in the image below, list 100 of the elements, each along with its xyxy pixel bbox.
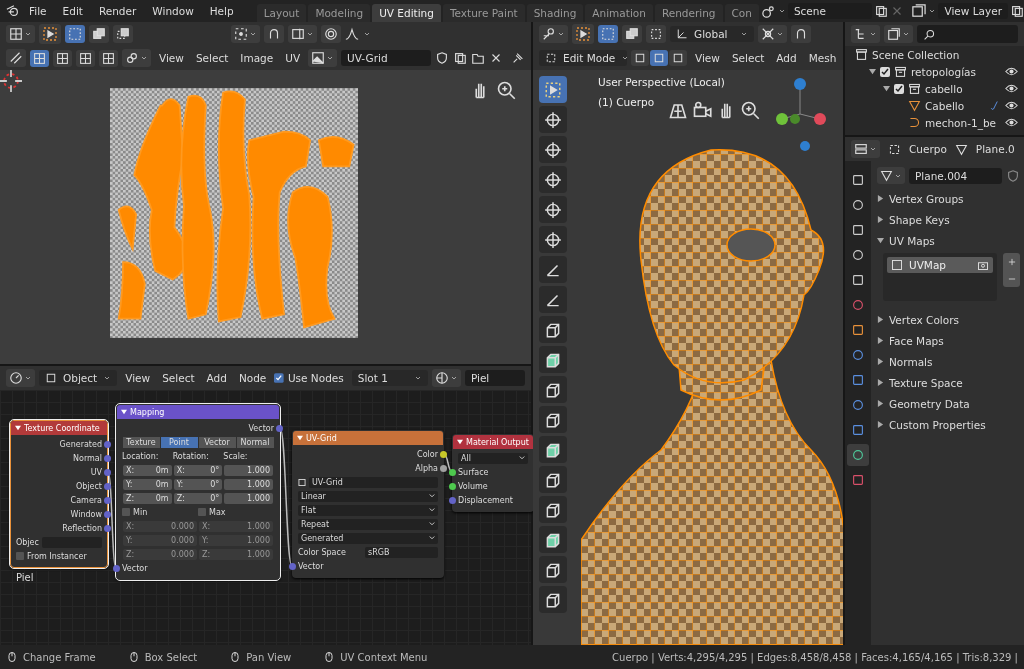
collapse-arrow-icon[interactable] [121,409,127,415]
number-field[interactable]: Y: 0m [123,478,172,490]
duplicate-icon[interactable] [453,51,467,65]
select-extend-icon[interactable] [92,27,106,41]
zoom-icon[interactable] [740,100,760,120]
copy-icon[interactable] [1010,4,1024,18]
panel-header[interactable]: Face Maps [877,330,1020,351]
tool-button[interactable] [539,406,567,433]
dropdown-caret-icon[interactable] [249,30,257,38]
view-layer-field[interactable]: View Layer [938,3,1008,19]
tool-button[interactable] [539,136,567,163]
outliner-row[interactable]: mechon-1_be [845,114,1024,131]
mesh-select-mode-button[interactable] [669,50,687,66]
menu-item[interactable]: Render [91,3,144,19]
menu-item[interactable]: File [22,3,54,19]
menu-item[interactable]: View [121,370,155,386]
outliner-row[interactable]: Scene Collection [845,46,1024,63]
collapse-arrow-icon[interactable] [457,439,463,445]
select-new-icon[interactable] [68,27,82,41]
uv-map-item[interactable]: UVMap [887,257,993,273]
node-dropdown[interactable]: Generated [298,532,438,544]
menu-item[interactable]: Select [191,50,233,66]
snap-icon[interactable] [267,27,281,41]
node-header[interactable]: Material Output [453,435,533,449]
copy-icon[interactable] [874,4,889,18]
tool-button[interactable] [539,256,567,283]
collapsed-arrow-icon[interactable] [877,379,884,386]
node-dropdown[interactable]: Repeat [298,518,438,530]
select-box-icon[interactable] [575,26,591,42]
menu-item[interactable]: UV [281,50,305,66]
menu-item[interactable]: Window [145,3,201,19]
search-field[interactable] [917,25,1018,43]
workspace-tab[interactable]: UV Editing [372,4,441,22]
dropdown-caret-icon[interactable] [363,30,371,38]
menu-item[interactable]: View [155,50,188,66]
shader-node[interactable]: UV-Grid Color Alpha UV-Grid Linear Flat Repeat Generated Color Space sRGB Vector [292,430,444,578]
dropdown-caret-icon[interactable] [621,54,630,62]
dropdown-caret-icon[interactable] [306,30,314,38]
output-socket[interactable] [104,482,111,490]
outliner-row[interactable]: cabello [845,80,1024,97]
workspace-tab[interactable]: Rendering [654,4,723,22]
output-socket[interactable] [440,450,447,458]
tool-button[interactable] [539,286,567,313]
add-remove-buttons[interactable] [1003,253,1020,287]
menu-item[interactable]: Edit [55,3,90,19]
eye-icon[interactable] [1005,116,1018,129]
pivot-icon[interactable] [234,27,248,41]
dropdown-caret-icon[interactable] [326,54,335,62]
falloff-icon[interactable] [345,27,359,41]
dropdown-caret-icon[interactable] [869,30,877,38]
editor-type-icon[interactable] [542,27,556,41]
eye-icon[interactable] [1005,82,1018,95]
output-socket[interactable] [440,464,447,472]
number-field[interactable]: X: 0m [123,464,172,476]
shader-node[interactable]: Material Output All Surface Volume Displacement [452,434,534,512]
node-header[interactable]: Mapping [117,405,279,419]
number-field[interactable]: 1.000 [224,478,273,490]
eye-icon[interactable] [1005,99,1018,112]
input-socket[interactable] [113,564,120,572]
uv-select-mode-button[interactable] [53,49,72,67]
output-socket[interactable] [104,524,111,532]
panel-header[interactable]: Custom Properties [877,414,1020,435]
tool-button[interactable] [539,316,567,343]
number-field[interactable]: 1.000 [224,492,273,504]
menu-item[interactable]: Select [158,370,199,386]
image-icon[interactable] [298,478,306,486]
select-subtract-icon[interactable] [116,27,130,41]
uv-select-mode-button[interactable] [99,49,118,67]
collapse-arrow-icon[interactable] [15,425,21,431]
use-nodes-checkbox[interactable] [274,372,284,384]
input-socket[interactable] [449,468,456,476]
fake-user-icon[interactable] [435,51,449,65]
tool-button[interactable] [539,436,567,463]
panel-header[interactable]: Vertex Colors [877,309,1020,330]
collapsed-arrow-icon[interactable] [877,195,884,202]
pivot-icon[interactable] [761,27,775,41]
outliner-row[interactable]: retopologías [845,63,1024,80]
folder-icon[interactable] [471,51,485,65]
scene-field[interactable]: Scene [787,3,873,19]
image-icon[interactable] [311,51,326,65]
tool-button[interactable] [539,556,567,583]
tool-button[interactable] [539,586,567,613]
dropdown-caret-icon[interactable] [103,374,112,382]
dropdown-caret-icon[interactable] [777,7,786,15]
input-socket[interactable] [449,496,456,504]
number-field[interactable]: Z: 0° [173,492,223,504]
panel-header[interactable]: Geometry Data [877,393,1020,414]
eye-icon[interactable] [1005,65,1018,78]
tool-button[interactable] [539,526,567,553]
editor-type-icon[interactable] [9,27,23,41]
menu-item[interactable]: Node [234,370,271,386]
panel-header[interactable]: Texture Space [877,372,1020,393]
2d-cursor-icon[interactable] [0,70,22,92]
workspace-tab[interactable]: Shading [526,4,584,22]
tool-button[interactable] [539,226,567,253]
snap-target-icon[interactable] [291,27,305,41]
expanded-arrow-icon[interactable] [869,68,876,75]
dropdown-caret-icon[interactable] [557,30,565,38]
node-tab[interactable]: Normal [236,436,274,448]
camera-icon[interactable] [977,259,989,271]
